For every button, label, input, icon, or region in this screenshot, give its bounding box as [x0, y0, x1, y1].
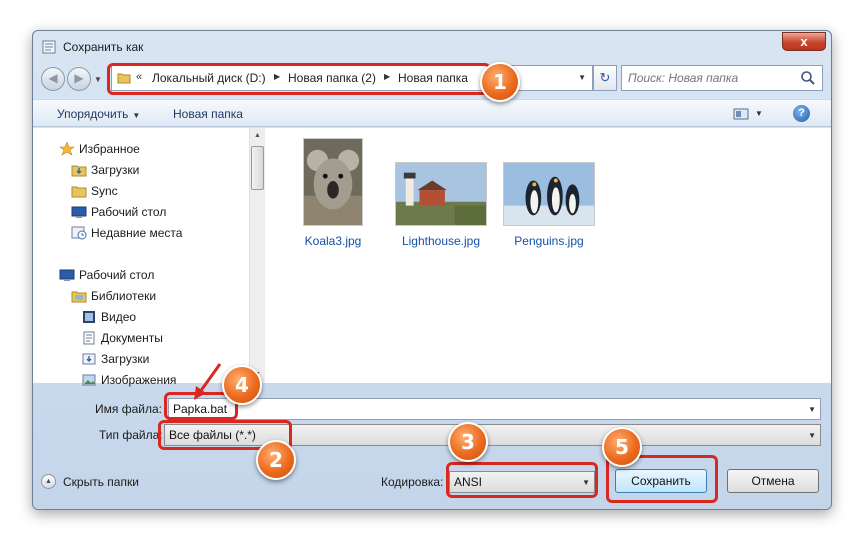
search-input[interactable] — [628, 70, 794, 86]
sidebar-item-label: Видео — [101, 310, 137, 324]
chevron-up-icon: ▲ — [41, 474, 56, 489]
breadcrumb-arrow-icon[interactable]: ▶ — [384, 72, 390, 81]
breadcrumb-overflow[interactable]: « — [136, 71, 142, 83]
step-badge-5: 5 — [602, 427, 642, 467]
file-item[interactable]: Lighthouse.jpg — [395, 138, 495, 278]
sidebar-item-label: Недавние места — [91, 226, 183, 240]
file-name: Koala3.jpg — [304, 234, 362, 248]
content-area: Избранное Загрузки Sync Рабочий стол Нед… — [33, 128, 831, 387]
downloads-library-icon — [82, 353, 96, 365]
sidebar-item-label: Избранное — [79, 142, 140, 156]
chevron-down-icon[interactable]: ▼ — [808, 405, 816, 414]
encoding-label: Кодировка: — [381, 475, 444, 489]
refresh-icon: ↻ — [599, 70, 611, 85]
star-icon — [59, 142, 75, 156]
back-arrow-icon: ◀ — [48, 71, 58, 85]
desktop-icon — [59, 269, 75, 281]
search-icon[interactable] — [800, 70, 816, 86]
sidebar-item-label: Загрузки — [101, 352, 150, 366]
step-badge-4: 4 — [222, 365, 262, 405]
navigation-pane: Избранное Загрузки Sync Рабочий стол Нед… — [33, 128, 265, 387]
lighthouse-thumbnail — [395, 162, 487, 226]
file-item[interactable]: Koala3.jpg — [293, 138, 393, 278]
window-title: Сохранить как — [63, 40, 144, 54]
command-toolbar: Упорядочить ▼ Новая папка ▼ ? — [33, 99, 831, 127]
chevron-down-icon[interactable]: ▼ — [808, 431, 816, 440]
back-button[interactable]: ◀ — [41, 67, 65, 91]
libraries-icon — [71, 291, 87, 303]
help-icon[interactable]: ? — [793, 105, 810, 122]
save-form: Имя файла: Papka.bat ▼ Тип файла: Все фа… — [33, 383, 831, 509]
sidebar-item-label: Загрузки — [91, 163, 140, 177]
breadcrumb-arrow-icon[interactable]: ▶ — [274, 72, 280, 81]
organize-menu-button[interactable]: Упорядочить ▼ — [57, 107, 140, 121]
forward-button[interactable]: ▶ — [67, 67, 91, 91]
close-icon: x — [800, 34, 808, 49]
sidebar-item-label: Документы — [101, 331, 163, 345]
filetype-select[interactable]: Все файлы (*.*) ▼ — [164, 424, 821, 446]
notepad-icon — [42, 40, 56, 54]
folder-icon — [117, 73, 131, 84]
koala-thumbnail — [303, 138, 363, 226]
sidebar-scrollbar[interactable]: ▲ ▼ — [249, 128, 265, 383]
folder-icon — [71, 186, 87, 198]
cancel-button[interactable]: Отмена — [727, 469, 819, 493]
breadcrumb-drive[interactable]: Локальный диск (D:) — [152, 71, 266, 85]
filetype-value: Все файлы (*.*) — [169, 428, 256, 442]
sidebar-item-label: Sync — [91, 184, 118, 198]
filetype-label: Тип файла: — [99, 428, 163, 442]
hide-folders-label: Скрыть папки — [63, 475, 139, 489]
documents-library-icon — [83, 331, 95, 345]
refresh-button[interactable]: ↻ — [593, 65, 617, 91]
step-badge-1: 1 — [480, 62, 520, 102]
scroll-up-icon[interactable]: ▲ — [250, 128, 265, 144]
address-bar[interactable]: « Локальный диск (D:) ▶ Новая папка (2) … — [111, 65, 593, 91]
filename-value: Papka.bat — [173, 402, 228, 416]
address-dropdown-icon[interactable]: ▼ — [578, 73, 586, 82]
filename-label: Имя файла: — [95, 402, 162, 416]
new-folder-button[interactable]: Новая папка — [173, 107, 243, 121]
sidebar-item-label: Рабочий стол — [91, 205, 167, 219]
breadcrumb-current-folder[interactable]: Новая папка — [398, 71, 468, 85]
recent-locations-dropdown[interactable]: ▼ — [94, 75, 102, 84]
penguins-thumbnail — [503, 162, 595, 226]
scrollbar-thumb[interactable] — [251, 146, 264, 190]
sidebar-item-label: Рабочий стол — [79, 268, 155, 282]
file-name: Lighthouse.jpg — [401, 234, 481, 248]
save-as-dialog: Сохранить как x ◀ ▶ ▼ « Локальный диск (… — [32, 30, 832, 510]
change-view-icon[interactable] — [733, 107, 749, 121]
organize-label: Упорядочить — [57, 107, 129, 121]
downloads-folder-icon — [71, 165, 87, 177]
save-button[interactable]: Сохранить — [615, 469, 707, 493]
forward-arrow-icon: ▶ — [74, 71, 84, 85]
view-options-dropdown-icon[interactable]: ▼ — [755, 109, 763, 118]
encoding-select[interactable]: ANSI ▼ — [449, 471, 595, 493]
title-bar[interactable]: Сохранить как x — [33, 31, 831, 61]
file-name: Penguins.jpg — [514, 234, 584, 248]
sidebar-item-label: Библиотеки — [91, 289, 157, 303]
search-box[interactable] — [621, 65, 823, 91]
desktop-icon — [71, 206, 87, 218]
recent-places-icon — [71, 226, 87, 240]
video-library-icon — [83, 311, 95, 323]
chevron-down-icon: ▼ — [132, 111, 141, 120]
breadcrumb-folder-2[interactable]: Новая папка (2) — [288, 71, 376, 85]
file-item[interactable]: Penguins.jpg — [503, 138, 603, 278]
chevron-down-icon[interactable]: ▼ — [582, 478, 590, 487]
filename-field[interactable]: Papka.bat ▼ — [168, 398, 821, 420]
step-badge-2: 2 — [256, 440, 296, 480]
close-button[interactable]: x — [782, 32, 826, 51]
encoding-value: ANSI — [454, 475, 483, 489]
step-badge-3: 3 — [448, 422, 488, 462]
navigation-row: ◀ ▶ ▼ « Локальный диск (D:) ▶ Новая папк… — [33, 65, 831, 93]
